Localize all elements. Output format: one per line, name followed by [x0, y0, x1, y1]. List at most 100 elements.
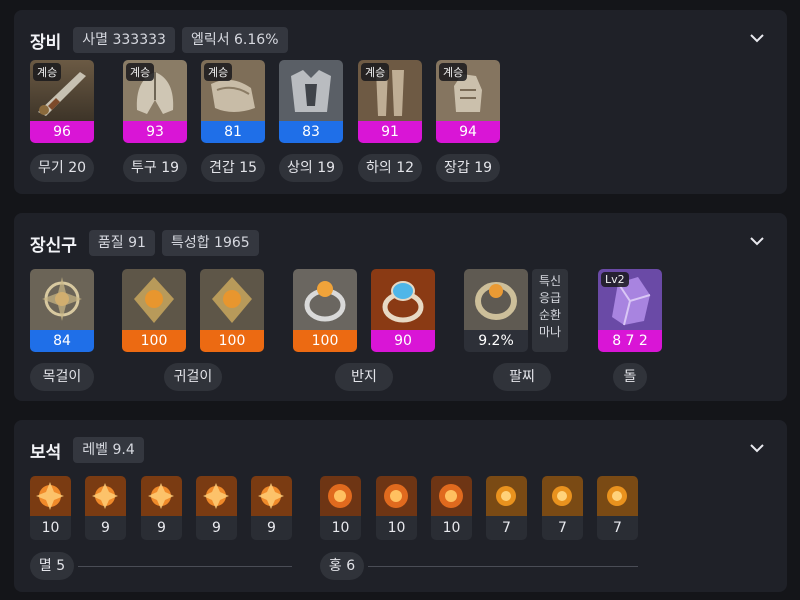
weapon-slot[interactable]: 계승 96 [30, 60, 94, 143]
gem-icon [597, 476, 638, 516]
bracelet-label: 팔찌 [493, 363, 551, 391]
quality-bar: 8 7 2 [598, 330, 662, 352]
earring-icon [200, 269, 264, 330]
gem-level: 10 [431, 516, 472, 540]
inherit-badge: 계승 [204, 63, 233, 81]
chest-label: 상의 19 [279, 154, 343, 182]
quality-bar: 96 [30, 121, 94, 143]
necklace-slot[interactable]: 84 [30, 269, 94, 352]
necklace-icon [30, 269, 94, 330]
divider-line [368, 566, 638, 567]
chest-slot[interactable]: 83 [279, 60, 343, 143]
gem-level: 7 [542, 516, 583, 540]
gem-level-chip: 레벨 9.4 [73, 437, 144, 463]
quality-bar: 91 [358, 121, 422, 143]
bracelet-effect: 응급 [538, 291, 562, 305]
quality-bar: 83 [279, 121, 343, 143]
quality-bar: 94 [436, 121, 500, 143]
bracelet-effects-box: 특신 응급 순환 마나 [532, 269, 568, 352]
ring-slot-1[interactable]: 100 [293, 269, 357, 352]
bracelet-stat-bar: 9.2% [464, 330, 528, 352]
quality-bar: 100 [200, 330, 264, 352]
bracelet-slot[interactable]: 9.2% [464, 269, 528, 352]
accessories-collapse-button[interactable] [747, 231, 767, 251]
gem-slot[interactable]: 10 [320, 476, 361, 540]
earring-slot-2[interactable]: 100 [200, 269, 264, 352]
quality-chip: 품질 91 [88, 230, 155, 256]
set-effect-chip: 사멸 333333 [73, 27, 175, 53]
gem-level: 9 [141, 516, 182, 540]
gem-slot[interactable]: 9 [141, 476, 182, 540]
gem-slot[interactable]: 9 [85, 476, 126, 540]
gem-level: 9 [85, 516, 126, 540]
equipment-title: 장비 [30, 32, 62, 53]
gloves-slot[interactable]: 계승 94 [436, 60, 500, 143]
accessories-title: 장신구 [30, 235, 77, 256]
shoulder-slot[interactable]: 계승 81 [201, 60, 265, 143]
helmet-label: 투구 19 [123, 154, 187, 182]
quality-bar: 93 [123, 121, 187, 143]
gem-icon [431, 476, 472, 516]
shoulder-label: 견갑 15 [201, 154, 265, 182]
legs-slot[interactable]: 계승 91 [358, 60, 422, 143]
gem-slot[interactable]: 10 [30, 476, 71, 540]
gem-icon [251, 476, 292, 516]
earring-label: 귀걸이 [164, 363, 222, 391]
gem-slot[interactable]: 10 [431, 476, 472, 540]
gem-icon [30, 476, 71, 516]
stone-label: 돌 [613, 363, 647, 391]
bracelet-effect: 마나 [538, 325, 562, 339]
quality-bar: 90 [371, 330, 435, 352]
divider-line [78, 566, 292, 567]
inherit-badge: 계승 [126, 63, 155, 81]
gem-level: 10 [376, 516, 417, 540]
gem-level: 10 [30, 516, 71, 540]
helmet-slot[interactable]: 계승 93 [123, 60, 187, 143]
chest-armor-icon [279, 60, 343, 121]
gems-panel: 보석 레벨 9.4 10 9 9 9 9 10 10 10 7 7 7 멸 5 … [14, 420, 787, 592]
chevron-down-icon [750, 236, 764, 245]
gem-level: 9 [251, 516, 292, 540]
inherit-badge: 계승 [361, 63, 390, 81]
stone-slot[interactable]: Lv2 8 7 2 [598, 269, 662, 352]
equipment-collapse-button[interactable] [747, 28, 767, 48]
inherit-badge: 계승 [33, 63, 62, 81]
ring-icon [293, 269, 357, 330]
gem-slot[interactable]: 10 [376, 476, 417, 540]
gem-slot[interactable]: 9 [251, 476, 292, 540]
ring-slot-2[interactable]: 90 [371, 269, 435, 352]
ring-icon [371, 269, 435, 330]
gem-level: 7 [597, 516, 638, 540]
gem-slot[interactable]: 7 [486, 476, 527, 540]
bracelet-effect: 순환 [538, 308, 562, 322]
gem-icon [542, 476, 583, 516]
stone-level-badge: Lv2 [601, 272, 629, 287]
earring-icon [122, 269, 186, 330]
inherit-badge: 계승 [439, 63, 468, 81]
destruction-gem-label: 멸 5 [30, 552, 74, 580]
gem-icon [486, 476, 527, 516]
legs-label: 하의 12 [358, 154, 422, 182]
gem-level: 7 [486, 516, 527, 540]
gems-collapse-button[interactable] [747, 438, 767, 458]
gems-title: 보석 [30, 442, 62, 463]
elixir-chip: 엘릭서 6.16% [181, 27, 288, 53]
gloves-label: 장갑 19 [436, 154, 500, 182]
gem-level: 10 [320, 516, 361, 540]
gem-level: 9 [196, 516, 237, 540]
earring-slot-1[interactable]: 100 [122, 269, 186, 352]
gem-icon [376, 476, 417, 516]
gem-icon [85, 476, 126, 516]
gem-slot[interactable]: 7 [597, 476, 638, 540]
gem-slot[interactable]: 9 [196, 476, 237, 540]
cooldown-gem-label: 홍 6 [320, 552, 364, 580]
gem-icon [320, 476, 361, 516]
ring-label: 반지 [335, 363, 393, 391]
necklace-label: 목걸이 [30, 363, 94, 391]
weapon-label: 무기 20 [30, 154, 94, 182]
equipment-panel: 장비 사멸 333333 엘릭서 6.16% 계승 96 계승 93 계승 81… [14, 10, 787, 194]
quality-bar: 81 [201, 121, 265, 143]
gem-slot[interactable]: 7 [542, 476, 583, 540]
gem-icon [141, 476, 182, 516]
stat-sum-chip: 특성합 1965 [161, 230, 259, 256]
